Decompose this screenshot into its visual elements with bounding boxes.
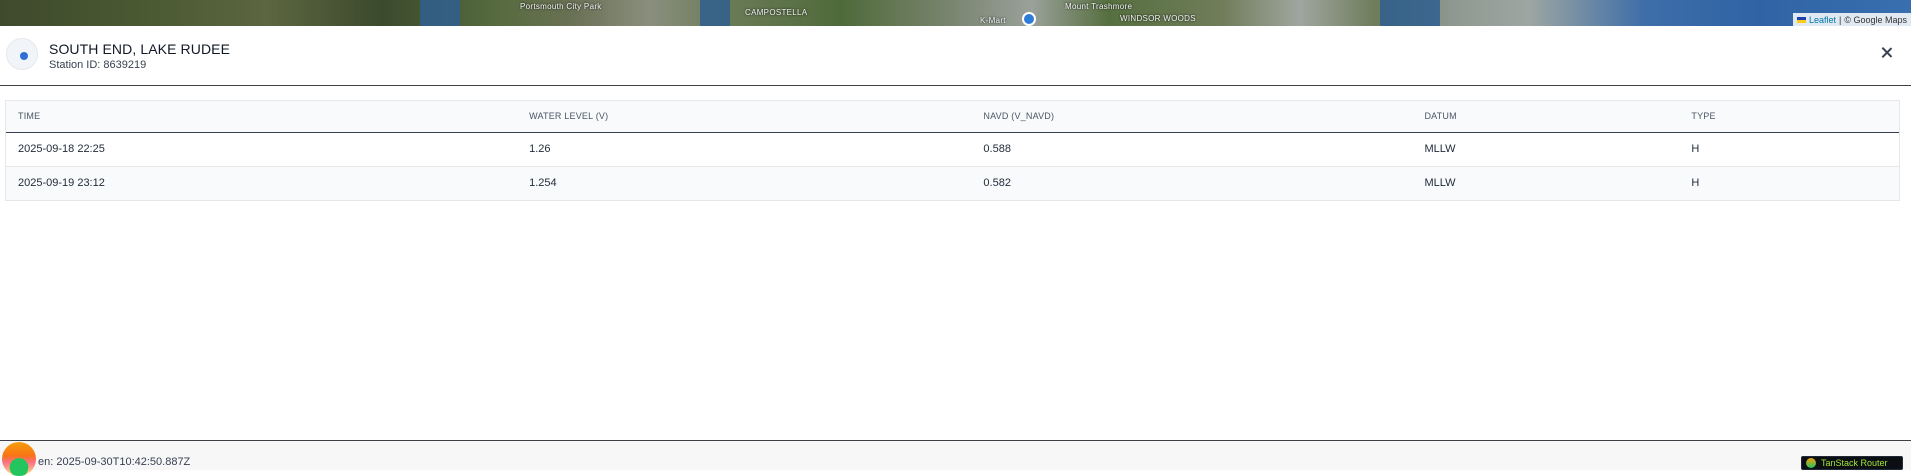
station-badge (6, 38, 38, 70)
leaflet-flag-icon (1796, 16, 1806, 23)
tanstack-logo-icon (1806, 458, 1816, 468)
cell-navd: 0.588 (971, 132, 1413, 167)
map-water (700, 0, 730, 26)
cell-navd: 0.582 (983, 177, 1011, 190)
attribution-separator: | (1838, 14, 1842, 25)
table-header-row: TIME WATER LEVEL (V) NAVD (V_NAVD) DATUM… (6, 101, 1899, 133)
map-label: Portsmouth City Park (520, 2, 602, 11)
cell-water-level: 1.26 (517, 132, 972, 167)
footer-bar: en: 2025-09-30T10:42:50.887Z (0, 440, 1911, 476)
cell-time: 2025-09-19 23:12 (18, 177, 105, 190)
map-water (420, 0, 460, 26)
map-label: CAMPOSTELLA (745, 8, 808, 17)
cell-water-level: 1.254 (529, 177, 557, 190)
table-row: 2025-09-19 23:12 1.254 0.582 MLLW H (6, 166, 1899, 200)
station-title: SOUTH END, LAKE RUDEE (49, 41, 231, 57)
close-icon[interactable] (1879, 45, 1895, 61)
generated-timestamp: en: 2025-09-30T10:42:50.887Z (38, 456, 191, 468)
google-maps-credit: © Google Maps (1844, 14, 1907, 25)
map-label: Mount Trashmore (1065, 2, 1133, 11)
map-water (1380, 0, 1440, 26)
map-label: WINDSOR WOODS (1120, 14, 1196, 23)
cell-type: H (1679, 132, 1899, 167)
cell-type: H (1691, 177, 1700, 190)
table-row: 2025-09-18 22:25 1.26 0.588 MLLW H (6, 132, 1899, 167)
station-header: SOUTH END, LAKE RUDEE Station ID: 863921… (0, 26, 1911, 86)
tanstack-router-devtools-button[interactable]: TanStack Router (1801, 456, 1903, 470)
cell-datum: MLLW (1412, 132, 1680, 167)
column-header-navd[interactable]: NAVD (V_NAVD) (971, 101, 1413, 133)
cell-time: 2025-09-18 22:25 (6, 132, 518, 167)
column-header-type[interactable]: TYPE (1679, 101, 1899, 133)
app-logo-icon[interactable] (2, 442, 36, 476)
map-pin-icon[interactable] (1022, 12, 1036, 26)
map-label: K-Mart (980, 16, 1006, 25)
station-id: Station ID: 8639219 (49, 59, 147, 71)
map-attribution: Leaflet | © Google Maps (1792, 13, 1911, 26)
column-header-water-level[interactable]: WATER LEVEL (V) (517, 101, 972, 133)
water-level-table: TIME WATER LEVEL (V) NAVD (V_NAVD) DATUM… (5, 100, 1900, 201)
devtools-label: TanStack Router (1821, 458, 1888, 468)
map-background[interactable]: Portsmouth City Park CAMPOSTELLA Mount T… (0, 0, 1911, 26)
column-header-time[interactable]: TIME (6, 101, 518, 133)
leaflet-link[interactable]: Leaflet (1809, 15, 1836, 25)
station-dot-icon (20, 52, 28, 60)
column-header-datum[interactable]: DATUM (1412, 101, 1680, 133)
cell-datum: MLLW (1424, 177, 1456, 190)
